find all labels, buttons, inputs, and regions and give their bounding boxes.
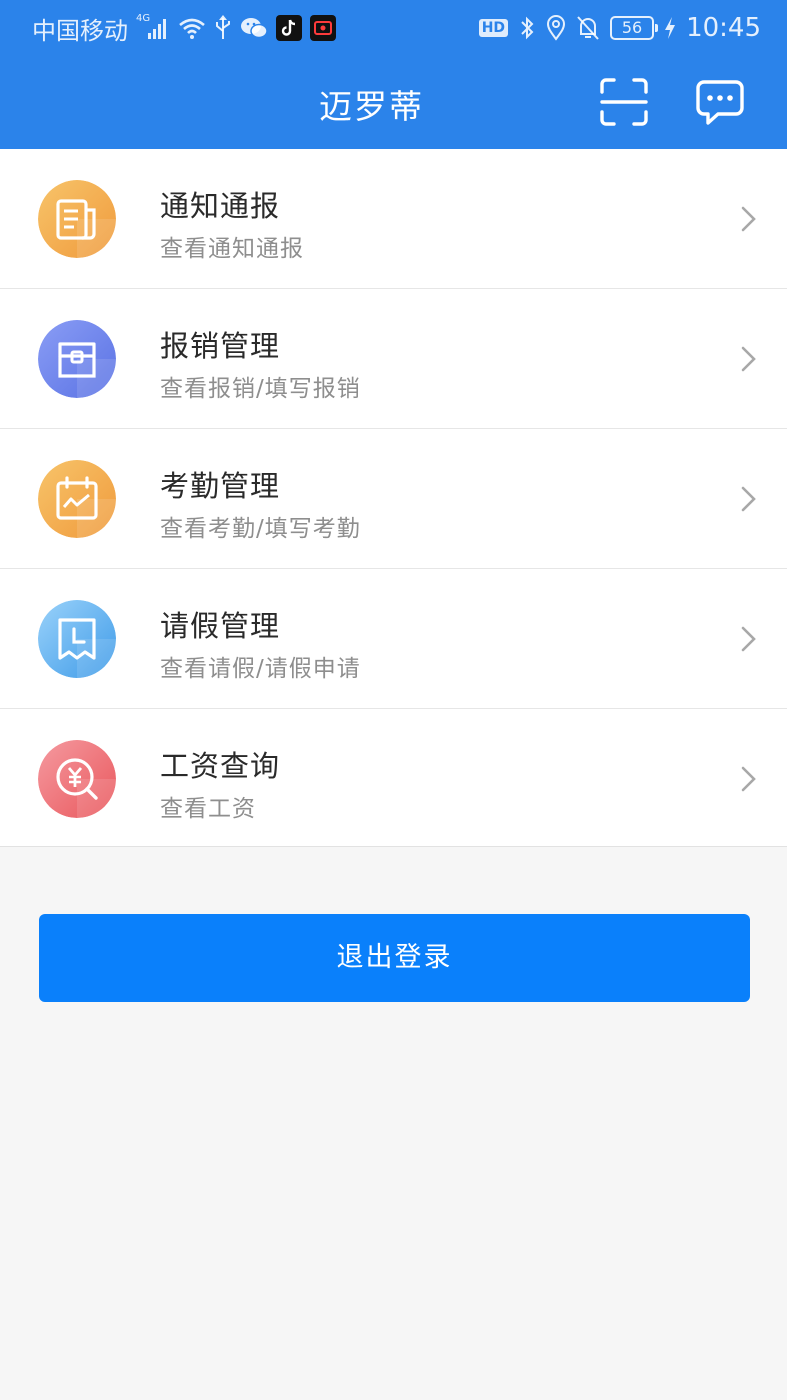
message-button[interactable] [696, 78, 744, 126]
attendance-calendar-icon [38, 460, 116, 538]
menu-item-title: 请假管理 [160, 609, 281, 643]
scan-button[interactable] [600, 78, 648, 126]
battery-indicator: 56 [610, 16, 659, 40]
scan-icon [600, 78, 648, 126]
chevron-right-icon [741, 346, 756, 372]
chevron-right-icon [741, 486, 756, 512]
wechat-icon [241, 18, 268, 39]
chevron-right-icon [741, 766, 756, 792]
tiktok-icon [276, 15, 302, 41]
hd-badge: HD [478, 19, 509, 37]
mute-bell-icon [577, 16, 599, 40]
bluetooth-icon [521, 16, 534, 40]
carrier-label: 中国移动 [32, 16, 128, 45]
status-bar-left: 中国移动 4G [32, 10, 336, 46]
menu-item-title: 考勤管理 [160, 469, 281, 503]
clock-time: 10:45 [686, 13, 761, 43]
salary-yen-icon [38, 740, 116, 818]
charging-icon [665, 17, 676, 39]
menu-item-title: 工资查询 [160, 749, 281, 783]
chat-icon [696, 80, 744, 125]
menu-item-leave[interactable]: 请假管理 查看请假/请假申请 [0, 569, 787, 709]
usb-icon [216, 15, 230, 39]
menu-item-title: 通知通报 [160, 189, 281, 223]
menu-item-notice[interactable]: 通知通报 查看通知通报 [0, 149, 787, 289]
status-bar: 中国移动 4G HD 56 10:45 [0, 0, 787, 56]
screen-record-icon [310, 15, 336, 41]
wifi-icon [179, 18, 205, 39]
menu-item-subtitle: 查看报销/填写报销 [160, 376, 361, 402]
signal-icon: 4G [136, 13, 170, 41]
menu-item-attendance[interactable]: 考勤管理 查看考勤/填写考勤 [0, 429, 787, 569]
status-bar-right: HD 56 10:45 [478, 10, 761, 46]
menu-item-subtitle: 查看请假/请假申请 [160, 656, 361, 682]
reimbursement-box-icon [38, 320, 116, 398]
menu-item-subtitle: 查看通知通报 [160, 236, 304, 262]
menu-item-salary[interactable]: 工资查询 查看工资 [0, 709, 787, 847]
menu-item-subtitle: 查看考勤/填写考勤 [160, 516, 361, 542]
chevron-right-icon [741, 626, 756, 652]
app-header: 迈罗蒂 [0, 56, 787, 149]
location-icon [547, 15, 566, 41]
leave-clock-icon [38, 600, 116, 678]
menu-item-reimbursement[interactable]: 报销管理 查看报销/填写报销 [0, 289, 787, 429]
menu-item-title: 报销管理 [160, 329, 281, 363]
notice-document-icon [38, 180, 116, 258]
chevron-right-icon [741, 206, 756, 232]
menu-list: 通知通报 查看通知通报 报销管理 查看报销/填写报销 考勤管理 查看考勤/填写考… [0, 149, 787, 847]
menu-item-subtitle: 查看工资 [160, 796, 256, 822]
logout-button[interactable]: 退出登录 [39, 914, 750, 1002]
